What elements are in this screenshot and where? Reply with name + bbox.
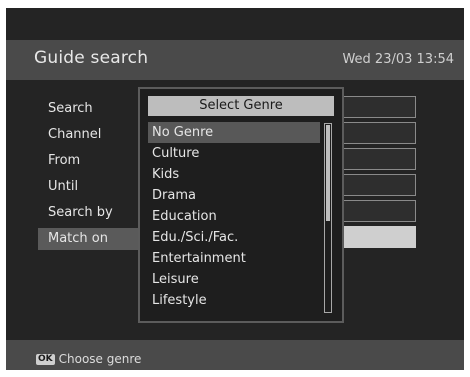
scrollbar-thumb[interactable] bbox=[326, 125, 330, 221]
ok-key-icon: OK bbox=[36, 353, 55, 365]
genre-option[interactable]: Leisure bbox=[148, 269, 320, 290]
genre-scrollbar[interactable] bbox=[324, 123, 332, 313]
date-time: Wed 23/03 13:54 bbox=[342, 52, 454, 67]
popup-title: Select Genre bbox=[148, 96, 334, 116]
genre-option[interactable]: No Genre bbox=[148, 122, 320, 143]
select-genre-popup: Select Genre No Genre Culture Kids Drama… bbox=[138, 87, 344, 323]
menu-item-search-by[interactable]: Search by bbox=[38, 202, 134, 224]
page-title: Guide search bbox=[34, 48, 149, 68]
footer-hint-text: Choose genre bbox=[58, 352, 142, 366]
genre-option[interactable]: Entertainment bbox=[148, 248, 320, 269]
menu-item-from[interactable]: From bbox=[38, 150, 134, 172]
genre-option[interactable]: Kids bbox=[148, 164, 320, 185]
menu-item-match-on[interactable]: Match on bbox=[38, 228, 138, 250]
genre-option[interactable]: Drama bbox=[148, 185, 320, 206]
genre-list: No Genre Culture Kids Drama Education Ed… bbox=[148, 122, 320, 311]
tv-screen: Guide search Wed 23/03 13:54 Search Chan… bbox=[6, 8, 464, 370]
footer-hint: OK Choose genre bbox=[36, 352, 141, 366]
genre-option[interactable]: Culture bbox=[148, 143, 320, 164]
genre-option[interactable]: Edu./Sci./Fac. bbox=[148, 227, 320, 248]
genre-option[interactable]: Education bbox=[148, 206, 320, 227]
menu-item-search[interactable]: Search bbox=[38, 98, 134, 120]
menu-item-channel[interactable]: Channel bbox=[38, 124, 134, 146]
genre-option[interactable]: Lifestyle bbox=[148, 290, 320, 311]
menu-item-until[interactable]: Until bbox=[38, 176, 134, 198]
